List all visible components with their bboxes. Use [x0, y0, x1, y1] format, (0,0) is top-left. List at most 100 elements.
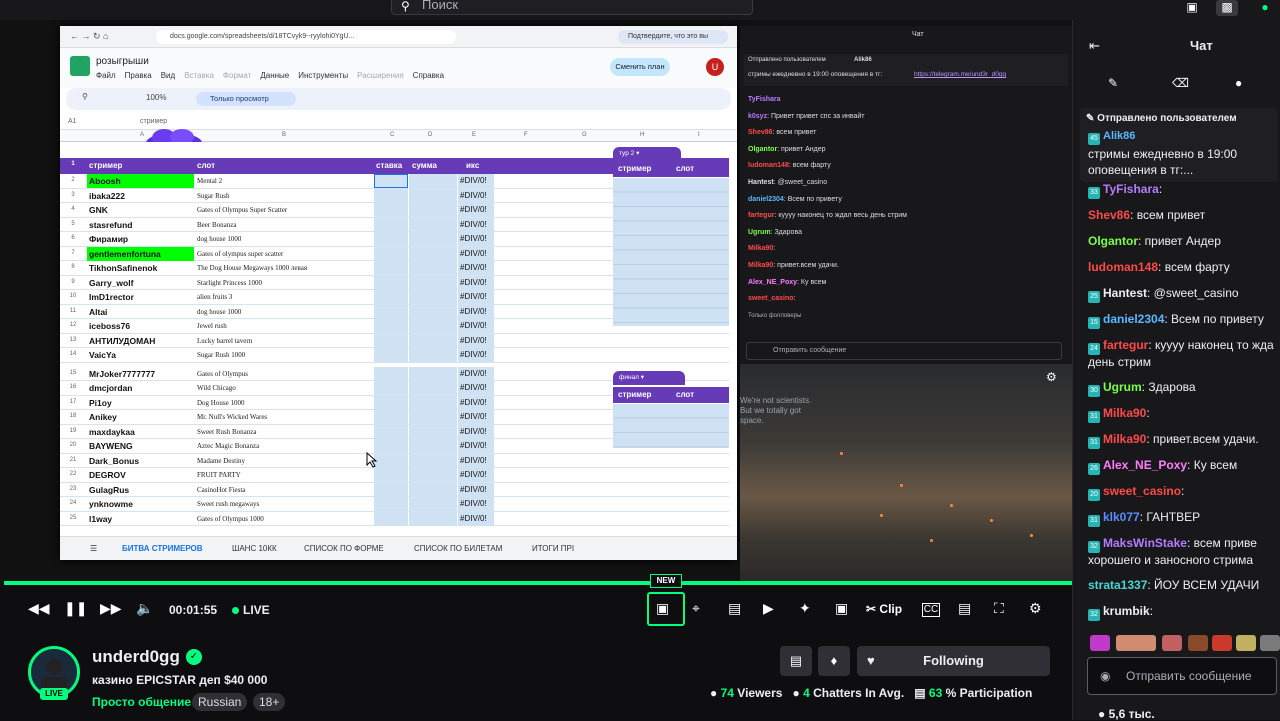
cell-slot[interactable]: Sugar Rush 1000	[195, 348, 373, 362]
sheet-tab[interactable]: ШАНС 10КК	[232, 537, 277, 560]
pinned-user[interactable]: Alik86	[1103, 130, 1135, 142]
cell-bet[interactable]	[374, 497, 408, 511]
chat-username[interactable]: Milka90	[1103, 406, 1146, 420]
menu-item[interactable]: Файл	[96, 71, 116, 80]
chat-username[interactable]: Alex_NE_Poxy	[1103, 458, 1187, 472]
cell-streamer[interactable]: VaicYa	[87, 348, 194, 362]
cell-sum[interactable]	[409, 174, 457, 188]
chat-username[interactable]: Ugrum	[1103, 380, 1142, 394]
cell-bet[interactable]	[374, 395, 408, 410]
chat-username[interactable]: Milka90	[748, 262, 773, 269]
camera-icon[interactable]: ▣	[656, 600, 669, 620]
cell-sum[interactable]	[409, 203, 457, 217]
rewind-icon[interactable]: ◀◀	[28, 600, 50, 620]
chat-username[interactable]: MaksWinStake	[1103, 536, 1187, 550]
cell-sum[interactable]	[409, 261, 457, 275]
chat-bubble-icon[interactable]: ●	[1235, 76, 1242, 90]
chat-username[interactable]: Shev86	[1088, 208, 1130, 222]
column-header[interactable]: D	[428, 132, 432, 138]
cell-x[interactable]: #DIV/0!	[460, 381, 487, 395]
add-sheet-icon[interactable]: ☰	[90, 537, 97, 560]
emote-icon[interactable]	[1090, 635, 1110, 651]
menu-item[interactable]: Данные	[260, 71, 289, 80]
cell-x[interactable]: #DIV/0!	[460, 290, 487, 304]
url-bar[interactable]: docs.google.com/spreadsheets/d/18TCvyk9-…	[156, 30, 456, 44]
chat-username[interactable]: ludoman148	[1088, 260, 1158, 274]
cell-slot[interactable]: Starlight Princess 1000	[195, 276, 373, 290]
menu-item[interactable]: Вид	[161, 71, 175, 80]
column-header[interactable]: E	[472, 132, 476, 138]
cell-x[interactable]: #DIV/0!	[460, 425, 487, 439]
layout-icon[interactable]: ▩	[1216, 0, 1238, 16]
chat-username[interactable]: sweet_casino	[748, 295, 794, 302]
cell-sum[interactable]	[409, 290, 457, 304]
cell-streamer[interactable]: stasrefund	[87, 218, 194, 232]
chat-username[interactable]: Hantest	[1103, 286, 1147, 300]
cell-x[interactable]: #DIV/0!	[460, 319, 487, 333]
cell-bet[interactable]	[374, 424, 408, 439]
cell-slot[interactable]: Gates of Olympus Super Scatter	[195, 203, 373, 217]
cell-streamer[interactable]: Garry_wolf	[87, 276, 194, 290]
cell-bet[interactable]	[374, 232, 408, 246]
chat-username[interactable]: sweet_casino	[1103, 484, 1181, 498]
chat-username[interactable]: strata1337	[1088, 578, 1147, 592]
bell-icon[interactable]: ♦	[818, 646, 850, 676]
cell-x[interactable]: #DIV/0!	[460, 348, 487, 362]
cell-bet[interactable]	[374, 188, 408, 203]
chat-username[interactable]: Olgantor	[748, 146, 777, 153]
column-header[interactable]: H	[640, 132, 644, 138]
follow-button[interactable]: ♥ Following	[857, 646, 1050, 676]
cell-streamer[interactable]: maxdaykaa	[87, 425, 194, 439]
cell-streamer[interactable]: Pi1oy	[87, 396, 194, 410]
view-only-chip[interactable]: Только просмотр	[196, 92, 296, 106]
cell-streamer[interactable]: iceboss76	[87, 319, 194, 333]
cell-streamer[interactable]: ynknowme	[87, 497, 194, 511]
tag-pill[interactable]: Russian	[192, 693, 248, 711]
stats-icon[interactable]: ▤	[728, 600, 741, 620]
cell-sum[interactable]	[409, 333, 457, 348]
chat-username[interactable]: klk077	[1103, 510, 1140, 524]
sheet-tab[interactable]: СПИСОК ПО ФОРМЕ	[304, 537, 384, 560]
settings-icon[interactable]: ⚙	[1029, 600, 1042, 620]
cell-x[interactable]: #DIV/0!	[460, 305, 487, 319]
cell-sum[interactable]	[409, 453, 457, 468]
cell-sum[interactable]	[409, 232, 457, 246]
pinned-message[interactable]: ✎ Отправлено пользователем 45 Alik86 стри…	[1080, 108, 1278, 182]
cell-slot[interactable]: Sugar Rush	[195, 189, 373, 203]
cell-x[interactable]: #DIV/0!	[460, 410, 487, 424]
cell-x[interactable]: #DIV/0!	[460, 276, 487, 290]
cell-streamer[interactable]: АНТИЛУДОМАН	[87, 334, 194, 348]
chat-username[interactable]: Milka90	[1103, 432, 1146, 446]
clip-button[interactable]: ✂ Clip	[866, 602, 902, 622]
column-header[interactable]: C	[390, 132, 394, 138]
cell-streamer[interactable]: l1way	[87, 512, 194, 526]
cell-x[interactable]: #DIV/0!	[460, 454, 487, 468]
cell-x[interactable]: #DIV/0!	[460, 334, 487, 348]
menu-item[interactable]: Правка	[125, 71, 152, 80]
cell-bet[interactable]	[374, 203, 408, 217]
cell-bet[interactable]	[374, 246, 408, 261]
chat-username[interactable]: TyFishara	[748, 96, 781, 103]
cell-x[interactable]: #DIV/0!	[460, 497, 487, 511]
cell-bet[interactable]	[374, 482, 408, 497]
cell-sum[interactable]	[409, 395, 457, 410]
pin-icon[interactable]: ✎	[1108, 76, 1118, 90]
cell-x[interactable]: #DIV/0!	[460, 396, 487, 410]
embedded-chat-input[interactable]: Отправить сообщение	[746, 342, 1062, 360]
tag-pill[interactable]: 18+	[253, 693, 286, 711]
trash-icon[interactable]: ⌫	[1172, 76, 1189, 90]
cell-slot[interactable]: Sweet Rush Bonanza	[195, 425, 373, 439]
replay-icon[interactable]: ▶	[763, 600, 774, 620]
cell-slot[interactable]: Sweet rush megaways	[195, 497, 373, 511]
cell-slot[interactable]: Jewel rush	[195, 319, 373, 333]
user-avatar[interactable]: U	[706, 58, 724, 76]
cell-sum[interactable]	[409, 410, 457, 424]
cell-slot[interactable]: Mental 2	[195, 174, 373, 188]
cell-sum[interactable]	[409, 381, 457, 395]
cell-streamer[interactable]: gentlemenfortuna	[87, 246, 194, 261]
cell-x[interactable]: #DIV/0!	[460, 218, 487, 232]
channel-name[interactable]: underd0gg	[92, 647, 180, 667]
emote-icon[interactable]	[1236, 635, 1256, 651]
chat-username[interactable]: Ugrum	[748, 229, 771, 236]
cell-x[interactable]: #DIV/0!	[460, 232, 487, 246]
